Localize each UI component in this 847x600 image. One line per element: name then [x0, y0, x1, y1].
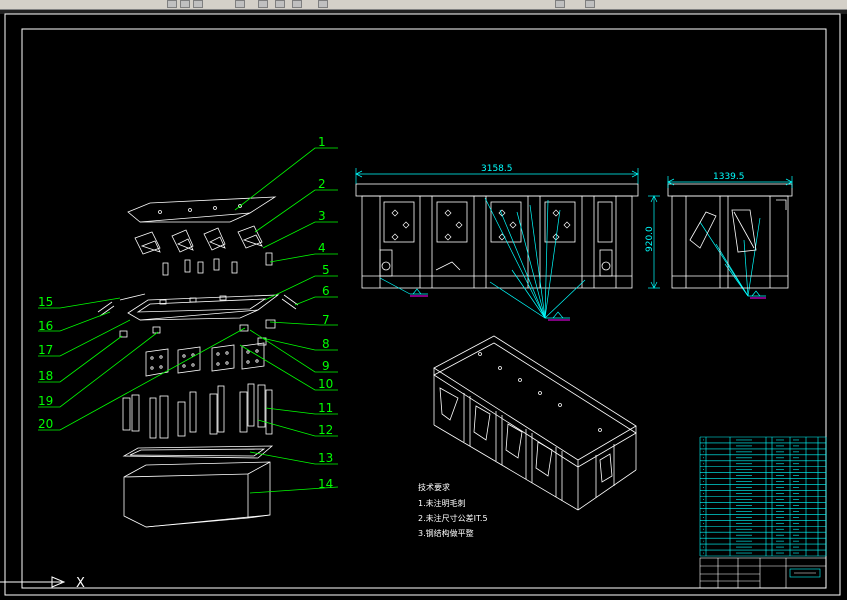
toolbar-button-4[interactable]: [235, 0, 245, 8]
callout-16: 16: [38, 319, 53, 333]
top-plate: [127, 196, 277, 223]
weld-triangles: [412, 288, 761, 319]
notes-line-2: 2.未注尺寸公差IT.5: [418, 513, 488, 523]
callout-5: 5: [322, 263, 330, 277]
callout-13: 13: [318, 451, 333, 465]
toolbar-button-10[interactable]: [585, 0, 595, 8]
callout-20: 20: [38, 417, 53, 431]
technical-notes: 技术要求 1.未注明毛刺 2.未注尺寸公差IT.5 3.钢结构做平整: [418, 482, 488, 538]
dim-side-width: 1339.5: [713, 172, 745, 182]
notes-line-1: 1.未注明毛刺: [418, 498, 466, 508]
callout-19: 19: [38, 394, 53, 408]
dim-front-height: 920.0: [645, 226, 655, 252]
toolbar-button-8[interactable]: [318, 0, 328, 8]
callout-14: 14: [318, 477, 333, 491]
callout-12: 12: [318, 423, 333, 437]
weld-leaders: [379, 197, 766, 319]
cad-drawing-canvas[interactable]: 1 2 3 4 5 6 7 8 9 10 11 12 13 14 15 16 1…: [0, 12, 847, 600]
toolbar-button-5[interactable]: [258, 0, 268, 8]
front-view-holes: [391, 209, 571, 241]
front-dimensions: [355, 168, 660, 289]
front-view: [355, 183, 639, 289]
callout-6: 6: [322, 284, 330, 298]
side-view: [667, 183, 793, 289]
weld-symbols: [410, 295, 766, 321]
toolbar-button-6[interactable]: [275, 0, 285, 8]
callout-1: 1: [318, 135, 326, 149]
callout-17: 17: [38, 343, 53, 357]
toolbar-button-2[interactable]: [180, 0, 190, 8]
part-18: [119, 330, 128, 338]
notes-line-3: 3.钢结构做平整: [418, 528, 474, 538]
leader-lines: [38, 147, 339, 494]
small-posts: [162, 252, 273, 276]
dim-front-width: 3158.5: [481, 164, 513, 174]
toolbar-button-9[interactable]: [555, 0, 565, 8]
callout-7: 7: [322, 313, 330, 327]
callout-10: 10: [318, 377, 333, 391]
side-panels: [145, 342, 265, 377]
callout-3: 3: [318, 209, 326, 223]
ucs-x-label: X: [76, 576, 85, 591]
callout-4: 4: [318, 241, 326, 255]
notes-title: 技术要求: [418, 482, 450, 492]
upper-brackets: [134, 225, 263, 255]
toolbar: [0, 0, 847, 10]
callout-18: 18: [38, 369, 53, 383]
toolbar-button-7[interactable]: [292, 0, 302, 8]
isometric-view: [433, 335, 637, 511]
toolbar-button-3[interactable]: [193, 0, 203, 8]
parts-list-table: [699, 436, 827, 557]
callout-labels: 1 2 3 4 5 6 7 8 9 10 11 12 13 14 15 16 1…: [38, 135, 333, 491]
callout-11: 11: [318, 401, 333, 415]
columns: [122, 383, 273, 439]
callout-15: 15: [38, 295, 53, 309]
ucs-axis: [0, 576, 66, 588]
toolbar-button-1[interactable]: [167, 0, 177, 8]
title-block: [699, 557, 827, 589]
callout-2: 2: [318, 177, 326, 191]
callout-9: 9: [322, 359, 330, 373]
middle-frame: [127, 294, 280, 321]
callout-8: 8: [322, 337, 330, 351]
